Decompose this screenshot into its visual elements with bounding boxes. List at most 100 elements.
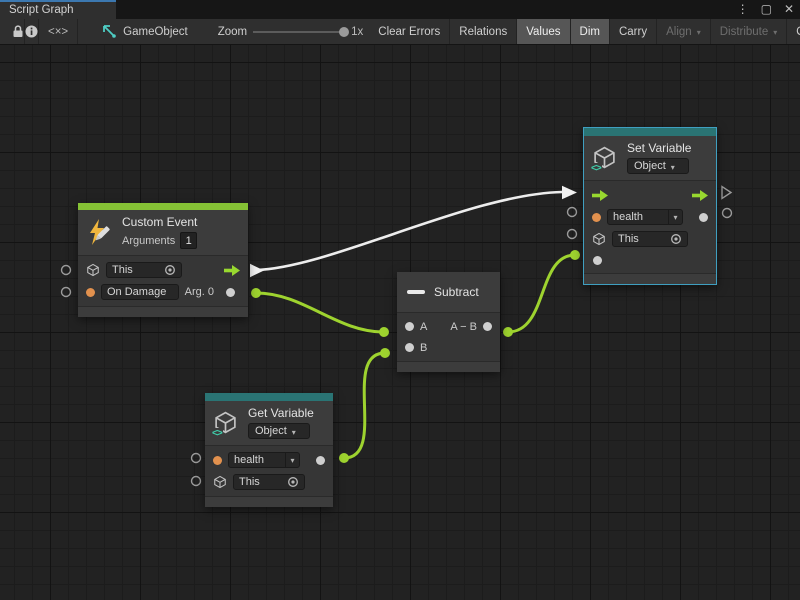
input-a-label: A	[420, 321, 427, 333]
value-output-port[interactable]	[699, 213, 708, 222]
unity-visual-scripting-window: Script Graph ⋮ ▢ ✕ <×>	[0, 0, 800, 600]
arguments-label: Arguments	[122, 235, 175, 247]
variable-scope-dropdown[interactable]: Object ▾	[248, 423, 310, 439]
target-value: This	[239, 476, 260, 488]
scope-value: Object	[255, 425, 287, 437]
get-variable-header[interactable]: <> Get Variable Object ▾	[205, 401, 333, 445]
event-name-field[interactable]: On Damage	[101, 284, 179, 300]
event-name-value: On Damage	[107, 286, 166, 298]
get-variable-node[interactable]: <> Get Variable Object ▾ health ▾	[205, 393, 333, 507]
variable-color-strip	[205, 393, 333, 401]
info-icon	[25, 25, 38, 38]
value-input-port[interactable]	[593, 256, 602, 265]
input-b-port[interactable]	[405, 343, 414, 352]
zoom-slider-handle[interactable]	[339, 27, 349, 37]
values-toggle[interactable]: Values	[517, 19, 570, 44]
subtract-node[interactable]: Subtract A A − B B	[397, 272, 500, 372]
value-output-port[interactable]	[316, 456, 325, 465]
subtract-header[interactable]: Subtract	[397, 272, 500, 312]
variable-color-strip	[584, 128, 716, 136]
node-title: Set Variable	[627, 141, 691, 155]
custom-event-header[interactable]: Custom Event Arguments 1	[78, 210, 248, 255]
zoom-slider[interactable]	[253, 31, 345, 33]
kebab-menu-icon[interactable]: ⋮	[737, 0, 749, 19]
node-footer	[584, 274, 716, 284]
tab-script-graph[interactable]: Script Graph	[0, 0, 116, 19]
tab-bar: Script Graph ⋮ ▢ ✕	[0, 0, 800, 19]
variable-name-row: health ▾	[213, 449, 325, 471]
flow-input-port[interactable]	[592, 190, 608, 201]
variable-name-row: health ▾	[592, 206, 708, 228]
maximize-icon[interactable]: ▢	[761, 0, 772, 19]
variable-name-combo[interactable]: health ▾	[607, 209, 683, 225]
target-value: This	[618, 233, 639, 245]
zoom-value: 1x	[351, 26, 363, 38]
set-variable-node[interactable]: <> Set Variable Object ▾	[583, 127, 717, 285]
custom-event-icon	[86, 218, 113, 247]
inspect-button[interactable]	[25, 19, 39, 44]
scope-value: Object	[634, 160, 666, 172]
node-title: Get Variable	[248, 406, 314, 420]
object-picker-icon[interactable]	[164, 264, 176, 276]
lock-button[interactable]	[12, 19, 25, 44]
input-a-port[interactable]	[405, 322, 414, 331]
target-port-row: This	[86, 259, 240, 281]
set-variable-header[interactable]: <> Set Variable Object ▾	[584, 136, 716, 180]
chevron-down-icon: ▾	[292, 428, 296, 437]
target-object-field[interactable]: This	[612, 231, 688, 247]
object-picker-icon[interactable]	[670, 233, 682, 245]
variable-scope-dropdown[interactable]: Object ▾	[627, 158, 689, 174]
event-color-strip	[78, 203, 248, 210]
target-object-field[interactable]: This	[106, 262, 182, 278]
node-title: Custom Event	[122, 215, 197, 229]
align-dropdown[interactable]: Align ▾	[657, 19, 711, 44]
target-port-row: This	[213, 471, 325, 493]
lock-icon	[12, 25, 24, 38]
dim-toggle[interactable]: Dim	[571, 19, 610, 44]
chevron-down-icon[interactable]: ▾	[668, 210, 682, 224]
align-label: Align	[666, 26, 692, 38]
target-object-field[interactable]: This	[233, 474, 305, 490]
flow-row	[592, 184, 708, 206]
flow-output-port[interactable]	[692, 190, 708, 201]
target-value: This	[112, 264, 133, 276]
distribute-dropdown[interactable]: Distribute ▾	[711, 19, 788, 44]
node-footer	[78, 307, 248, 317]
custom-event-node[interactable]: Custom Event Arguments 1 This	[78, 203, 248, 317]
relations-button[interactable]: Relations	[450, 19, 517, 44]
zoom-label: Zoom	[218, 26, 247, 38]
subtract-icon	[407, 290, 425, 294]
string-input-port[interactable]	[86, 288, 95, 297]
graph-reference[interactable]: GameObject	[96, 19, 194, 44]
clear-errors-button[interactable]: Clear Errors	[369, 19, 450, 44]
arguments-count-field[interactable]: 1	[180, 232, 197, 249]
code-icon: <×>	[48, 26, 68, 38]
string-input-port[interactable]	[213, 456, 222, 465]
gameobject-cube-icon	[592, 232, 606, 246]
chevron-down-icon[interactable]: ▾	[285, 453, 299, 467]
variable-name-value: health	[608, 211, 668, 223]
arg0-output-port[interactable]	[226, 288, 235, 297]
input-a-row: A A − B	[405, 316, 492, 337]
string-input-port[interactable]	[592, 213, 601, 222]
node-title: Subtract	[434, 285, 479, 299]
zoom-control: Zoom 1x	[212, 19, 370, 44]
target-port-row: This	[592, 228, 708, 250]
variable-name-value: health	[229, 454, 285, 466]
graph-toolbar: <×> GameObject Zoom 1x Clear Errors Rela…	[0, 19, 800, 45]
output-label: A − B	[450, 321, 477, 333]
window-controls: ⋮ ▢ ✕	[737, 0, 794, 19]
result-output-port[interactable]	[483, 322, 492, 331]
arg0-label: Arg. 0	[185, 286, 214, 298]
code-preview-button[interactable]: <×>	[39, 19, 78, 44]
close-icon[interactable]: ✕	[784, 0, 794, 19]
variable-name-combo[interactable]: health ▾	[228, 452, 300, 468]
carry-toggle[interactable]: Carry	[610, 19, 657, 44]
input-b-row: B	[405, 337, 492, 358]
event-name-row: On Damage Arg. 0	[86, 281, 240, 303]
distribute-label: Distribute	[720, 26, 769, 38]
graph-reference-label: GameObject	[123, 26, 188, 38]
object-picker-icon[interactable]	[287, 476, 299, 488]
flow-output-port[interactable]	[224, 265, 240, 276]
overview-button[interactable]: Overv	[787, 19, 800, 44]
